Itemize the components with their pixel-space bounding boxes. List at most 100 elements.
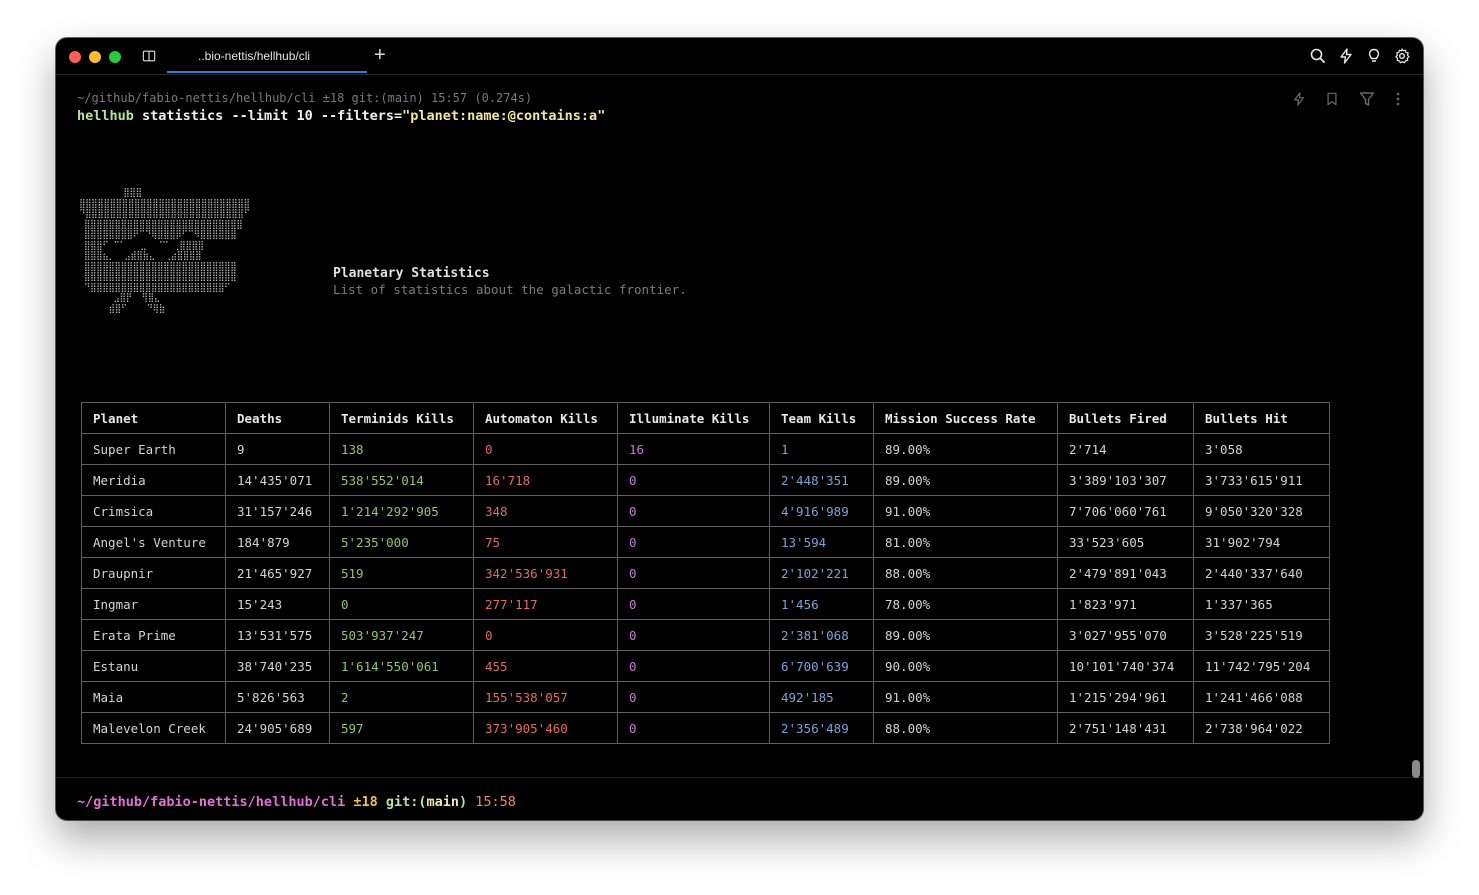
column-header: Team Kills <box>769 402 874 434</box>
prompt-git-close: ) <box>459 794 468 810</box>
statistics-table: Planet Deaths Terminids Kills Automaton Kil… <box>81 402 1330 744</box>
table-cell: Super Earth <box>81 433 226 465</box>
lightbulb-icon[interactable] <box>1366 48 1382 64</box>
table-cell: 13'594 <box>769 526 874 558</box>
table-cell: 342'536'931 <box>473 557 618 589</box>
table-cell: 2 <box>329 681 474 713</box>
command-line: hellhub statistics --limit 10 --filters=… <box>77 108 605 124</box>
table-cell: 13'531'575 <box>225 619 330 651</box>
table-cell: Draupnir <box>81 557 226 589</box>
table-cell: 0 <box>617 495 770 527</box>
table-cell: 88.00% <box>873 712 1058 744</box>
table-cell: 0 <box>617 712 770 744</box>
stats-subtitle: List of statistics about the galactic fr… <box>333 282 687 297</box>
table-cell: 89.00% <box>873 619 1058 651</box>
title-bar: ..bio-nettis/hellhub/cli + <box>56 38 1423 75</box>
table-row: Crimsica 31'157'246 1'214'292'905 348 0 4'916… <box>81 495 1330 527</box>
stats-title: Planetary Statistics <box>333 266 490 281</box>
table-cell: 0 <box>617 464 770 496</box>
table-cell: 1'214'292'905 <box>329 495 474 527</box>
table-cell: 89.00% <box>873 464 1058 496</box>
table-cell: 0 <box>617 557 770 589</box>
bookmark-icon[interactable] <box>1325 91 1339 107</box>
table-cell: 455 <box>473 650 618 682</box>
plus-icon[interactable]: + <box>374 44 386 67</box>
table-cell: 2'714 <box>1057 433 1194 465</box>
table-cell: 89.00% <box>873 433 1058 465</box>
table-cell: 597 <box>329 712 474 744</box>
minimize-window-button[interactable] <box>89 51 101 63</box>
prompt-time: 15:58 <box>467 794 516 810</box>
table-cell: 5'235'000 <box>329 526 474 558</box>
book-icon[interactable] <box>142 49 156 63</box>
table-row: Erata Prime 13'531'575 503'937'247 0 0 2'381'… <box>81 619 1330 651</box>
column-header: Illuminate Kills <box>617 402 770 434</box>
table-row: Malevelon Creek 24'905'689 597 373'905'460 0… <box>81 712 1330 744</box>
table-cell: Malevelon Creek <box>81 712 226 744</box>
column-header: Mission Success Rate <box>873 402 1058 434</box>
column-header: Terminids Kills <box>329 402 474 434</box>
prompt-path: ~/github/fabio-nettis/hellhub/cli <box>77 794 346 810</box>
command-filter-string: "planet:name:@contains:a" <box>402 108 606 124</box>
table-header-row: Planet Deaths Terminids Kills Automaton Kil… <box>81 402 1330 434</box>
table-cell: 1'823'971 <box>1057 588 1194 620</box>
table-cell: 0 <box>617 681 770 713</box>
table-row: Maia 5'826'563 2 155'538'057 0 492'185 91.00% 1… <box>81 681 1330 713</box>
table-cell: 21'465'927 <box>225 557 330 589</box>
close-window-button[interactable] <box>69 51 81 63</box>
bolt-outline-icon[interactable] <box>1292 91 1306 107</box>
table-cell: 38'740'235 <box>225 650 330 682</box>
ascii-art-logo: ⣿⣿⣿ ⣿⣿⣿⣿⣿⣿⣿⣿⣿⣿⣿⣿⣿⣿⣿⣿⣿⣿⣿⣿⣿⣿⣿⣿⣿⣿⣿⣿ ⠙⣿⣿⣿⣿⣿⣿… <box>79 188 250 314</box>
table-cell: 155'538'057 <box>473 681 618 713</box>
table-cell: 1'614'550'061 <box>329 650 474 682</box>
prompt-status: ±18 <box>345 794 378 810</box>
table-cell: 3'528'225'519 <box>1193 619 1330 651</box>
table-cell: 1'456 <box>769 588 874 620</box>
table-cell: 4'916'989 <box>769 495 874 527</box>
table-row: Estanu 38'740'235 1'614'550'061 455 0 6'700'6… <box>81 650 1330 682</box>
scrollbar[interactable] <box>1412 760 1420 778</box>
table-cell: Crimsica <box>81 495 226 527</box>
table-cell: 2'751'148'431 <box>1057 712 1194 744</box>
terminal-window: ..bio-nettis/hellhub/cli + ~/github/fabi… <box>56 38 1423 820</box>
table-row: Angel's Venture 184'879 5'235'000 75 0 13'594… <box>81 526 1330 558</box>
terminal-content[interactable]: ~/github/fabio-nettis/hellhub/cli ±18 gi… <box>56 75 1423 820</box>
table-cell: 3'389'103'307 <box>1057 464 1194 496</box>
table-cell: 24'905'689 <box>225 712 330 744</box>
table-row: Draupnir 21'465'927 519 342'536'931 0 2'102'2… <box>81 557 1330 589</box>
filter-icon[interactable] <box>1359 91 1375 107</box>
table-cell: Meridia <box>81 464 226 496</box>
more-vertical-icon[interactable] <box>1395 91 1401 107</box>
table-cell: 0 <box>617 619 770 651</box>
table-cell: 184'879 <box>225 526 330 558</box>
table-cell: 5'826'563 <box>225 681 330 713</box>
zoom-window-button[interactable] <box>109 51 121 63</box>
table-cell: 373'905'460 <box>473 712 618 744</box>
column-header: Planet <box>81 402 226 434</box>
table-row: Ingmar 15'243 0 277'117 0 1'456 78.00% 1'823'97… <box>81 588 1330 620</box>
table-row: Meridia 14'435'071 538'552'014 16'718 0 2'448… <box>81 464 1330 496</box>
table-cell: 1'337'365 <box>1193 588 1330 620</box>
table-cell: 3'027'955'070 <box>1057 619 1194 651</box>
prompt-branch: main <box>426 794 460 810</box>
table-cell: 31'902'794 <box>1193 526 1330 558</box>
table-cell: 91.00% <box>873 681 1058 713</box>
table-cell: 2'440'337'640 <box>1193 557 1330 589</box>
table-cell: 88.00% <box>873 557 1058 589</box>
column-header: Bullets Hit <box>1193 402 1330 434</box>
table-cell: 33'523'605 <box>1057 526 1194 558</box>
table-cell: 9'050'320'328 <box>1193 495 1330 527</box>
prompt-line: ~/github/fabio-nettis/hellhub/cli ±18 gi… <box>77 794 516 810</box>
table-cell: 2'479'891'043 <box>1057 557 1194 589</box>
table-cell: 14'435'071 <box>225 464 330 496</box>
table-cell: 91.00% <box>873 495 1058 527</box>
bolt-icon[interactable] <box>1338 48 1354 64</box>
block-actions <box>1280 91 1401 111</box>
gear-icon[interactable] <box>1394 48 1410 64</box>
table-cell: 90.00% <box>873 650 1058 682</box>
tab-active[interactable]: ..bio-nettis/hellhub/cli <box>167 38 367 73</box>
table-cell: 0 <box>473 619 618 651</box>
prompt-git: git:( <box>377 794 427 810</box>
search-icon[interactable] <box>1310 48 1326 64</box>
table-cell: 81.00% <box>873 526 1058 558</box>
